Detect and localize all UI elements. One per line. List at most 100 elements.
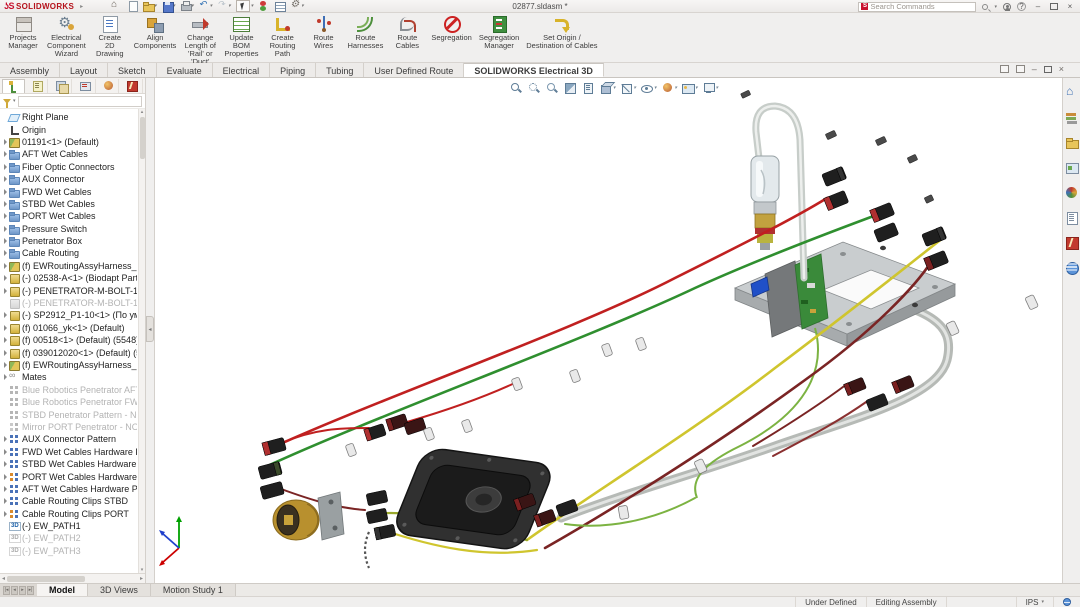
expand-arrow-icon[interactable] xyxy=(2,151,9,157)
expand-arrow-icon[interactable] xyxy=(2,325,9,331)
quick-access-button[interactable] xyxy=(274,1,285,11)
expand-arrow-icon[interactable] xyxy=(2,523,9,529)
ribbon-button[interactable]: Change Length of 'Rail' or 'Duct' xyxy=(181,14,219,67)
tree-item[interactable]: PORT Wet Cables xyxy=(2,210,137,222)
scroll-thumb[interactable] xyxy=(140,117,145,159)
expand-arrow-icon[interactable] xyxy=(2,548,9,554)
expand-arrow-icon[interactable] xyxy=(2,337,9,343)
ribbon-button[interactable]: Align Components xyxy=(132,14,179,51)
expand-arrow-icon[interactable] xyxy=(2,424,9,430)
tree-item[interactable]: (-) EW_PATH2 xyxy=(2,532,137,544)
tree-item[interactable]: Cable Routing Clips PORT xyxy=(2,508,137,520)
heads-up-button[interactable]: ▾ xyxy=(703,82,719,94)
command-tab[interactable]: Layout xyxy=(60,63,108,77)
ribbon-button[interactable]: Set Origin / Destination of Cables xyxy=(524,14,599,51)
scroll-left-icon[interactable]: ◂ xyxy=(2,575,5,582)
task-pane-button[interactable] xyxy=(1065,111,1078,129)
tab-dimxpert[interactable] xyxy=(74,79,96,93)
doc-restore-button[interactable] xyxy=(1044,66,1052,73)
dropdown-caret-icon[interactable]: ▾ xyxy=(716,85,719,91)
ribbon-button[interactable]: Route Harnesses xyxy=(346,14,386,51)
tree-item[interactable]: (f) 01066_yk<1> (Default) xyxy=(2,322,137,334)
document-tab[interactable]: Model xyxy=(37,584,88,596)
expand-arrow-icon[interactable] xyxy=(2,436,9,442)
ribbon-button[interactable]: Create Routing Path xyxy=(264,14,302,59)
heads-up-button[interactable] xyxy=(510,82,523,94)
tree-item[interactable]: (f) EWRoutingAssyHarness_H2_357 xyxy=(2,260,137,272)
expand-arrow-icon[interactable] xyxy=(2,449,9,455)
filter-funnel-icon[interactable] xyxy=(3,99,11,104)
expand-arrow-icon[interactable] xyxy=(2,238,9,244)
filter-caret-icon[interactable]: ▾ xyxy=(13,98,16,104)
quick-access-button[interactable] xyxy=(258,1,269,11)
expand-arrow-icon[interactable] xyxy=(2,498,9,504)
dropdown-caret-icon[interactable]: ▾ xyxy=(613,85,616,91)
command-tab[interactable]: Piping xyxy=(270,63,316,77)
help-icon[interactable]: ? xyxy=(1017,2,1026,11)
brand-caret-icon[interactable]: ▸ xyxy=(80,3,83,10)
scroll-thumb[interactable] xyxy=(7,576,85,582)
tree-item[interactable]: (-) PENETRATOR-M-BOLT-10-25-A xyxy=(2,297,137,309)
dropdown-caret-icon[interactable]: ▾ xyxy=(654,85,657,91)
tree-item[interactable]: (-) 02538-A<1> (Biodapt Part.prtdc xyxy=(2,272,137,284)
quick-access-button[interactable] xyxy=(127,1,138,11)
heads-up-button[interactable] xyxy=(528,82,541,94)
tab-display-manager[interactable] xyxy=(98,79,120,93)
command-tab[interactable]: Tubing xyxy=(316,63,364,77)
document-tab[interactable]: 3D Views xyxy=(88,584,151,596)
tree-item[interactable]: STBD Penetrator Pattern - NO WET xyxy=(2,408,137,420)
tree-item[interactable]: 01191<1> (Default) xyxy=(2,136,137,148)
heads-up-button[interactable] xyxy=(582,82,595,94)
tree-item[interactable]: AFT Wet Cables xyxy=(2,148,137,160)
tree-item[interactable]: (-) SP2912_P1-10<1> (По умолчани xyxy=(2,309,137,321)
quick-access-button[interactable]: ▾ xyxy=(236,0,254,12)
tree-vertical-scrollbar[interactable]: ▴▾ xyxy=(138,109,145,573)
tree-item[interactable]: (-) EW_PATH3 xyxy=(2,545,137,557)
pcb-assembly[interactable] xyxy=(695,254,828,498)
tab-configuration-manager[interactable] xyxy=(50,79,72,93)
expand-arrow-icon[interactable] xyxy=(2,275,9,281)
doc-close-button[interactable]: × xyxy=(1059,64,1064,74)
dropdown-caret-icon[interactable]: ▾ xyxy=(210,3,213,9)
expand-arrow-icon[interactable] xyxy=(2,312,9,318)
quick-access-button[interactable]: ▾ xyxy=(290,1,304,11)
ribbon-button[interactable]: Segregation xyxy=(429,14,473,43)
panel-collapse-handle[interactable]: ◂ xyxy=(146,316,154,342)
tree-item[interactable]: Mirror PORT Penetrator - NO WET xyxy=(2,421,137,433)
document-tab[interactable]: Motion Study 1 xyxy=(151,584,236,596)
panel-splitter[interactable]: ◂ xyxy=(146,78,155,583)
expand-arrow-icon[interactable] xyxy=(2,139,9,145)
scroll-down-icon[interactable]: ▾ xyxy=(141,567,144,573)
dropdown-caret-icon[interactable]: ▾ xyxy=(675,85,678,91)
tree-item[interactable]: (f) 039012020<1> (Default) (5781) xyxy=(2,346,137,358)
tab-property-manager[interactable] xyxy=(27,79,49,93)
expand-arrow-icon[interactable] xyxy=(2,263,9,269)
units-selector[interactable]: IPS▾ xyxy=(1016,597,1053,607)
ribbon-button[interactable]: Electrical Component Wizard xyxy=(45,14,88,59)
expand-arrow-icon[interactable] xyxy=(2,461,9,467)
dropdown-caret-icon[interactable]: ▾ xyxy=(634,85,637,91)
ribbon-button[interactable]: Route Cables xyxy=(388,14,426,51)
next-tab-icon[interactable]: ▸ xyxy=(19,586,26,595)
tab-electrical-manager[interactable] xyxy=(121,79,143,93)
tree-item[interactable]: Cable Routing Clips STBD xyxy=(2,495,137,507)
ribbon-button[interactable]: Projects Manager xyxy=(4,14,42,51)
expand-arrow-icon[interactable] xyxy=(2,250,9,256)
tree-item[interactable]: Origin xyxy=(2,123,137,135)
tag-globe[interactable] xyxy=(1053,597,1080,607)
search-caret-icon[interactable]: ▾ xyxy=(994,4,997,10)
command-tab[interactable]: Evaluate xyxy=(157,63,213,77)
tree-item[interactable]: Fiber Optic Connectors xyxy=(2,161,137,173)
expand-arrow-icon[interactable] xyxy=(2,387,9,393)
heads-up-button[interactable] xyxy=(546,82,559,94)
scroll-right-icon[interactable]: ▸ xyxy=(140,575,143,582)
command-tab[interactable]: Sketch xyxy=(108,63,157,77)
task-pane-button[interactable] xyxy=(1065,186,1078,204)
quick-access-button[interactable]: ▾ xyxy=(199,1,213,11)
tree-item[interactable]: Right Plane xyxy=(2,111,137,123)
tree-item[interactable]: Blue Robotics Penetrator AFT - NO xyxy=(2,384,137,396)
expand-arrow-icon[interactable] xyxy=(2,176,9,182)
quick-access-button[interactable]: ▾ xyxy=(162,1,176,11)
tab-feature-tree[interactable] xyxy=(2,79,25,93)
expand-arrow-icon[interactable] xyxy=(2,486,9,492)
